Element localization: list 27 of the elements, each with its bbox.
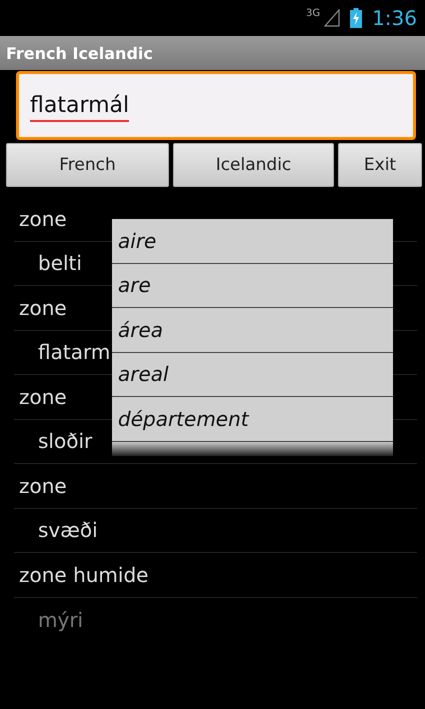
- suggestion-item[interactable]: área: [112, 308, 393, 352]
- app-title: French Icelandic: [6, 44, 153, 62]
- translation-text: mýri: [37, 608, 84, 632]
- translation-text: sloðir: [37, 429, 92, 454]
- term-text: zone: [18, 206, 67, 231]
- translation-text: flatarm: [37, 340, 110, 364]
- suggestion-item[interactable]: are: [112, 264, 393, 308]
- clock-time: 1:36: [372, 6, 417, 30]
- translation-text: svæði: [37, 518, 98, 542]
- term-row[interactable]: zone humide: [14, 553, 417, 598]
- term-text: zone: [18, 296, 67, 320]
- language-button[interactable]: Icelandic: [173, 143, 334, 187]
- signal-icon: [324, 9, 340, 27]
- suggestion-item[interactable]: areal: [112, 352, 393, 397]
- translation-row[interactable]: svæði: [14, 508, 417, 553]
- translation-row[interactable]: mýri: [14, 598, 417, 642]
- network-type-label: 3G: [306, 8, 320, 19]
- suggestion-item[interactable]: aire: [112, 219, 393, 264]
- term-text: zone humide: [18, 562, 148, 587]
- term-row[interactable]: zone: [14, 464, 417, 508]
- translation-text: belti: [37, 251, 82, 276]
- search-field[interactable]: flatarmál: [16, 71, 416, 140]
- term-text: zone: [18, 474, 67, 498]
- language-button[interactable]: Exit: [338, 143, 422, 187]
- term-text: zone: [18, 384, 67, 409]
- language-button[interactable]: French: [6, 143, 169, 187]
- battery-charging-icon: [350, 8, 362, 28]
